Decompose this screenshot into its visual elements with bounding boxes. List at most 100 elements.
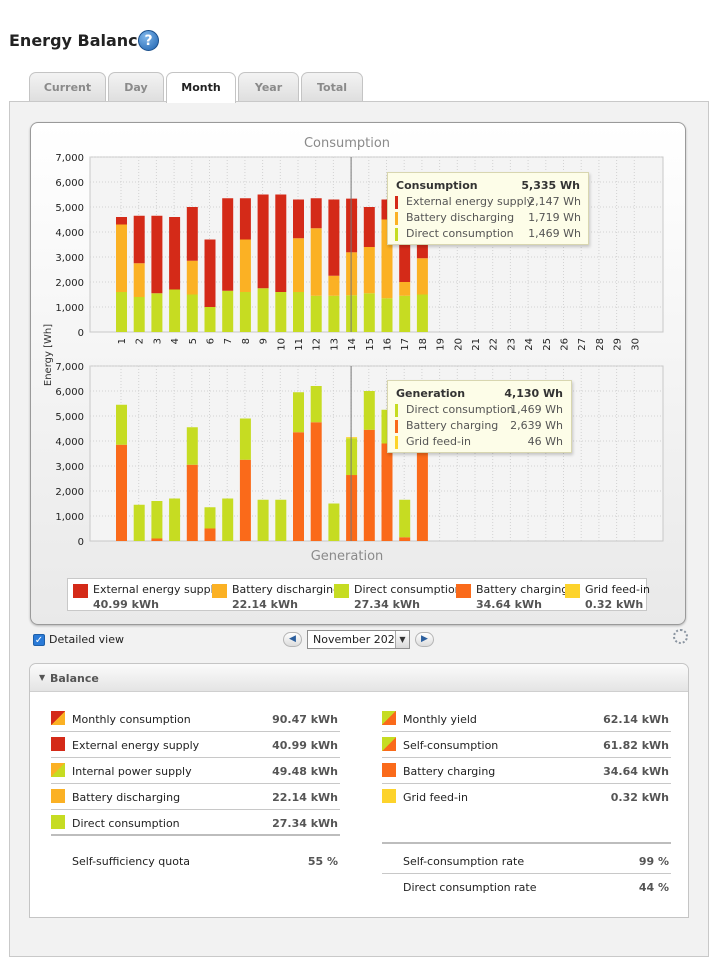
tab-day[interactable]: Day	[108, 72, 164, 102]
balance-row-self-consumption: Self-consumption 61.82 kWh	[382, 732, 671, 758]
legend-swatch	[334, 584, 349, 598]
generation-bar-segment	[116, 404, 127, 445]
consumption-y-tick-label: 0	[78, 328, 84, 339]
tooltip-color-bar	[395, 212, 398, 225]
generation-bar-segment	[363, 391, 375, 430]
consumption-bar-segment	[204, 307, 216, 332]
x-tick-label: 11	[294, 338, 305, 351]
generation-y-tick-label: 5,000	[55, 412, 84, 423]
generation-y-tick-label: 7,000	[55, 362, 84, 373]
tab-total[interactable]: Total	[301, 72, 363, 102]
color-swatch	[51, 815, 65, 829]
legend-label: Battery charging	[476, 583, 569, 596]
split-swatch	[51, 711, 65, 725]
generation-bar-segment	[116, 444, 127, 541]
x-tick-label: 30	[630, 338, 641, 351]
tooltip-row-label: Grid feed-in	[406, 435, 471, 448]
arrow-right-icon: ▶	[421, 634, 428, 644]
generation-y-tick-label: 6,000	[55, 387, 84, 398]
consumption-bar-segment	[116, 292, 127, 332]
legend-label: Direct consumption	[354, 583, 462, 596]
detailed-view-checkbox[interactable]: ✓	[33, 634, 45, 646]
x-tick-label: 2	[135, 338, 146, 344]
tooltip-row-label: Direct consumption	[406, 403, 514, 416]
tab-year[interactable]: Year	[238, 72, 299, 102]
generation-y-tick-label: 4,000	[55, 437, 84, 448]
tooltip-row-value: 1,469 Wh	[510, 403, 563, 416]
legend-value: 40.99 kWh	[93, 598, 159, 611]
balance-row-value: 55 %	[307, 855, 338, 868]
consumption-bar-segment	[399, 242, 411, 282]
balance-row-battery-discharging: Battery discharging 22.14 kWh	[51, 784, 340, 810]
generation-chart-title: Generation	[311, 549, 384, 564]
consumption-bar-segment	[186, 260, 198, 295]
chevron-down-icon[interactable]: ▼	[395, 631, 409, 648]
generation-bar-segment	[328, 503, 340, 541]
consumption-bar-segment	[222, 290, 234, 332]
consumption-bar-segment	[151, 215, 163, 294]
next-month-button[interactable]: ▶	[415, 632, 434, 647]
legend-label: External energy supply	[93, 583, 221, 596]
balance-row-value: 40.99 kWh	[272, 739, 338, 752]
generation-bar-segment	[293, 432, 304, 541]
consumption-bar-segment	[133, 215, 145, 264]
month-select[interactable]: November 2020 ▼	[307, 630, 410, 649]
balance-row-label: Direct consumption	[72, 817, 180, 830]
consumption-bar-segment	[239, 239, 251, 292]
tooltip-row-label: Battery discharging	[406, 211, 515, 224]
generation-bar-segment	[186, 464, 198, 541]
previous-month-button[interactable]: ◀	[283, 632, 302, 647]
legend-swatch	[73, 584, 88, 598]
tab-month[interactable]: Month	[166, 72, 236, 103]
x-tick-label: 6	[206, 338, 217, 344]
generation-bar-segment	[399, 537, 411, 541]
balance-row-direct-consumption: Direct consumption 27.34 kWh	[51, 810, 340, 836]
balance-row-value: 22.14 kWh	[272, 791, 338, 804]
consumption-bar-segment	[416, 294, 428, 332]
generation-bar-segment	[293, 392, 304, 433]
legend-swatch	[565, 584, 580, 598]
consumption-bar-segment	[293, 238, 304, 292]
tab-current[interactable]: Current	[29, 72, 106, 102]
x-tick-label: 22	[489, 338, 500, 351]
consumption-y-tick-label: 3,000	[55, 253, 84, 264]
balance-row-label: Internal power supply	[72, 765, 192, 778]
consumption-bar-segment	[116, 217, 127, 225]
consumption-bar-segment	[186, 294, 198, 332]
generation-bar-segment	[310, 386, 322, 423]
balance-header[interactable]: ▼ Balance	[30, 664, 688, 692]
balance-row-label: Grid feed-in	[403, 791, 468, 804]
split-swatch	[382, 711, 396, 725]
x-tick-label: 26	[560, 338, 571, 351]
x-tick-label: 13	[329, 338, 340, 351]
generation-bar-segment	[275, 499, 287, 541]
generation-bar-segment	[204, 528, 216, 541]
x-tick-label: 28	[595, 338, 606, 351]
help-icon[interactable]: ?	[138, 30, 159, 51]
x-tick-label: 9	[259, 338, 270, 344]
balance-row-label: Monthly yield	[403, 713, 477, 726]
x-tick-label: 23	[506, 338, 517, 351]
balance-row-monthly-consumption: Monthly consumption 90.47 kWh	[51, 706, 340, 732]
balance-row-direct-consumption-rate: Direct consumption rate 44 %	[382, 874, 671, 900]
legend-swatch	[456, 584, 471, 598]
balance-row-self-consumption-rate: Self-consumption rate 99 %	[382, 848, 671, 874]
generation-bar-segment	[310, 422, 322, 541]
tooltip-title: Consumption	[396, 179, 478, 192]
tooltip-color-bar	[395, 228, 398, 241]
tooltip-row-label: External energy supply	[406, 195, 534, 208]
split-swatch	[51, 763, 65, 777]
color-swatch	[51, 737, 65, 751]
y-axis-label: Energy [Wh]	[43, 324, 54, 386]
x-tick-label: 20	[453, 338, 464, 351]
color-swatch	[382, 763, 396, 777]
balance-row-grid-feed-in: Grid feed-in 0.32 kWh	[382, 784, 671, 810]
balance-row-external-energy-supply: External energy supply 40.99 kWh	[51, 732, 340, 758]
consumption-y-tick-label: 7,000	[55, 153, 84, 164]
consumption-bar-segment	[257, 194, 269, 289]
generation-y-tick-label: 1,000	[55, 512, 84, 523]
settings-icon[interactable]	[673, 629, 688, 644]
x-tick-label: 25	[542, 338, 553, 351]
tooltip-color-bar	[395, 420, 398, 433]
consumption-bar-segment	[293, 199, 304, 239]
